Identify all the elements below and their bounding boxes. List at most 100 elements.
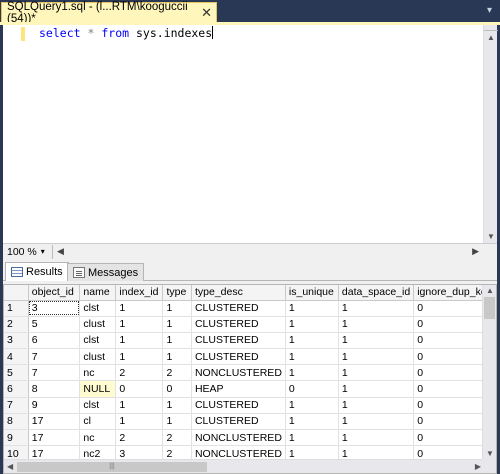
zoom-select[interactable]: 100 % ▾ — [3, 244, 53, 259]
table-cell[interactable]: nc — [79, 364, 117, 382]
column-header[interactable]: type — [162, 285, 192, 301]
table-cell[interactable]: 9 — [28, 397, 81, 414]
table-cell[interactable]: NULL — [79, 380, 117, 398]
column-header[interactable] — [4, 285, 29, 301]
tab-dropdown-icon[interactable]: ▾ — [487, 5, 492, 16]
table-cell[interactable]: 1 — [338, 413, 415, 431]
scroll-down-icon[interactable]: ▼ — [486, 449, 494, 458]
table-row[interactable]: 4 7 clust 1 1 CLUSTERED 1 1 0 — [4, 348, 496, 366]
column-header[interactable]: object_id — [28, 285, 81, 301]
table-cell[interactable]: 1 — [338, 300, 415, 317]
table-cell[interactable]: CLUSTERED — [191, 300, 286, 317]
scroll-left-icon[interactable]: ◀ — [7, 462, 13, 471]
table-cell[interactable]: 1 — [162, 348, 192, 366]
table-cell[interactable]: 2 — [162, 364, 192, 382]
query-text[interactable]: select * from sys.indexes — [39, 26, 214, 40]
scroll-thumb[interactable]: ||| — [17, 462, 207, 472]
results-grid[interactable]: object_id name index_id type type_desc i… — [3, 284, 497, 474]
table-row[interactable]: 1 3 clst 1 1 CLUSTERED 1 1 0 — [4, 300, 496, 317]
table-cell[interactable]: 17 — [28, 429, 81, 447]
row-number-cell[interactable]: 2 — [4, 316, 29, 333]
table-cell[interactable]: NONCLUSTERED — [191, 429, 286, 447]
table-cell[interactable]: 17 — [28, 413, 81, 431]
table-cell[interactable]: 2 — [115, 364, 164, 382]
row-number-cell[interactable]: 3 — [4, 332, 29, 350]
table-cell[interactable]: 1 — [338, 316, 415, 333]
scroll-right-icon[interactable]: ▶ — [472, 246, 479, 257]
row-number-cell[interactable]: 8 — [4, 413, 29, 431]
scroll-left-icon[interactable]: ◀ — [57, 246, 64, 257]
table-cell[interactable]: 7 — [28, 348, 81, 366]
table-cell[interactable]: CLUSTERED — [191, 316, 286, 333]
table-cell[interactable]: 1 — [162, 300, 192, 317]
table-cell[interactable]: clst — [79, 397, 117, 414]
table-cell[interactable]: 1 — [285, 300, 339, 317]
table-row[interactable]: 8 17 cl 1 1 CLUSTERED 1 1 0 — [4, 413, 496, 431]
table-cell[interactable]: 1 — [338, 332, 415, 350]
table-cell[interactable]: 5 — [28, 316, 81, 333]
table-cell[interactable]: 1 — [285, 332, 339, 350]
row-number-cell[interactable]: 6 — [4, 380, 29, 398]
table-cell[interactable]: 1 — [338, 380, 415, 398]
splitter-handle[interactable] — [484, 25, 498, 31]
table-cell[interactable]: 1 — [162, 316, 192, 333]
table-cell[interactable]: 1 — [162, 397, 192, 414]
table-cell[interactable]: 1 — [115, 397, 164, 414]
column-header[interactable]: name — [79, 285, 117, 301]
table-cell[interactable]: nc — [79, 429, 117, 447]
table-cell[interactable]: 1 — [285, 413, 339, 431]
row-number-cell[interactable]: 1 — [4, 300, 29, 317]
table-cell[interactable]: 1 — [338, 397, 415, 414]
table-cell[interactable]: clst — [79, 300, 117, 317]
table-cell[interactable]: clust — [79, 316, 117, 333]
table-cell[interactable]: 1 — [115, 316, 164, 333]
tab-results[interactable]: Results — [5, 262, 69, 281]
grid-vertical-scrollbar[interactable]: ▲ ▼ — [482, 285, 496, 459]
table-cell[interactable]: CLUSTERED — [191, 332, 286, 350]
table-cell[interactable]: 2 — [162, 429, 192, 447]
table-cell[interactable]: 1 — [285, 364, 339, 382]
table-cell[interactable]: 1 — [115, 413, 164, 431]
column-header[interactable]: is_unique — [285, 285, 339, 301]
table-row[interactable]: 5 7 nc 2 2 NONCLUSTERED 1 1 0 — [4, 364, 496, 382]
table-row[interactable]: 6 8 NULL 0 0 HEAP 0 1 0 — [4, 380, 496, 398]
table-row[interactable]: 7 9 clst 1 1 CLUSTERED 1 1 0 — [4, 397, 496, 414]
table-cell[interactable]: clst — [79, 332, 117, 350]
row-number-cell[interactable]: 7 — [4, 397, 29, 414]
table-cell[interactable]: 1 — [338, 429, 415, 447]
column-header[interactable]: type_desc — [191, 285, 286, 301]
table-cell[interactable]: 1 — [285, 348, 339, 366]
query-document-tab[interactable]: SQLQuery1.sql - (l...RTM\kooguccii (54))… — [1, 1, 217, 25]
close-icon[interactable]: ✕ — [201, 5, 212, 21]
table-cell[interactable]: CLUSTERED — [191, 413, 286, 431]
table-cell[interactable]: 1 — [285, 397, 339, 414]
table-row[interactable]: 2 5 clust 1 1 CLUSTERED 1 1 0 — [4, 316, 496, 333]
query-editor[interactable]: select * from sys.indexes ▲ ▼ — [3, 25, 498, 243]
table-row[interactable]: 9 17 nc 2 2 NONCLUSTERED 1 1 0 — [4, 429, 496, 447]
scroll-down-icon[interactable]: ▼ — [487, 232, 495, 241]
scroll-up-icon[interactable]: ▲ — [486, 286, 494, 295]
table-cell[interactable]: 8 — [28, 380, 81, 398]
tab-messages[interactable]: Messages — [67, 263, 145, 281]
table-cell[interactable]: 1 — [285, 316, 339, 333]
table-cell[interactable]: 3 — [28, 300, 81, 317]
table-cell[interactable]: 1 — [162, 332, 192, 350]
table-cell[interactable]: 1 — [162, 413, 192, 431]
column-header[interactable]: data_space_id — [338, 285, 415, 301]
grid-horizontal-scrollbar[interactable]: ◀ ||| ▶ — [4, 459, 484, 473]
table-cell[interactable]: 0 — [285, 380, 339, 398]
table-cell[interactable]: clust — [79, 348, 117, 366]
table-cell[interactable]: NONCLUSTERED — [191, 364, 286, 382]
table-cell[interactable]: 1 — [115, 300, 164, 317]
table-cell[interactable]: 0 — [115, 380, 164, 398]
table-cell[interactable]: 6 — [28, 332, 81, 350]
table-row[interactable]: 3 6 clst 1 1 CLUSTERED 1 1 0 — [4, 332, 496, 350]
table-cell[interactable]: HEAP — [191, 380, 286, 398]
scroll-up-icon[interactable]: ▲ — [487, 33, 495, 42]
table-cell[interactable]: 2 — [115, 429, 164, 447]
table-cell[interactable]: 1 — [115, 332, 164, 350]
table-cell[interactable]: CLUSTERED — [191, 348, 286, 366]
table-cell[interactable]: 0 — [162, 380, 192, 398]
table-cell[interactable]: 1 — [115, 348, 164, 366]
scroll-thumb[interactable] — [484, 297, 495, 319]
